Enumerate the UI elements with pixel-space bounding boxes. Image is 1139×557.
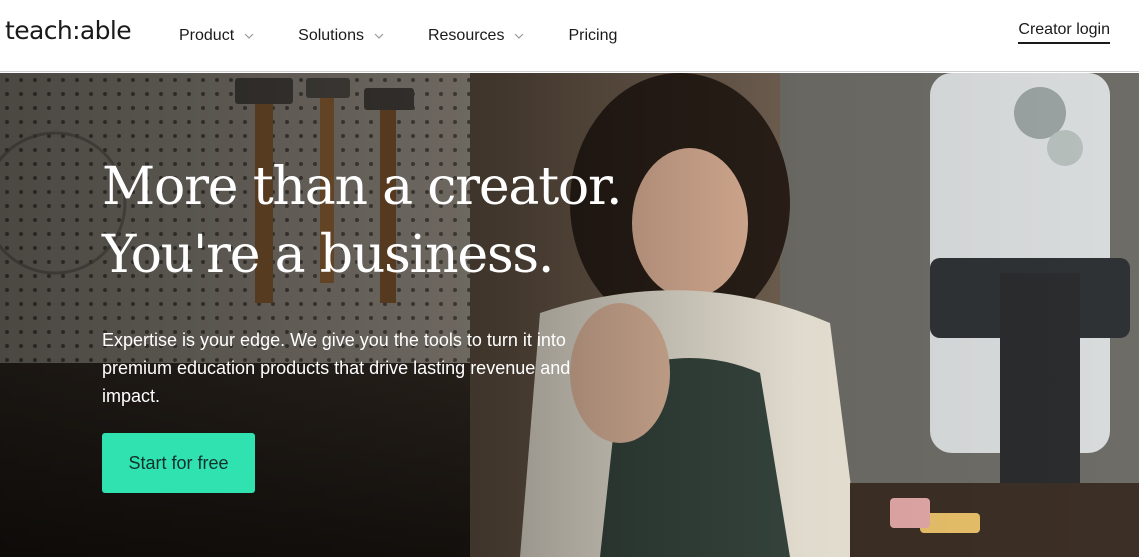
nav-item-resources[interactable]: Resources bbox=[428, 0, 524, 72]
teachable-logo[interactable]: teach:able bbox=[5, 16, 132, 45]
nav-item-solutions[interactable]: Solutions bbox=[298, 0, 384, 72]
hero-section: More than a creator. You're a business. … bbox=[0, 73, 1139, 557]
nav-item-product[interactable]: Product bbox=[179, 0, 254, 72]
nav-item-label: Pricing bbox=[568, 27, 618, 44]
chevron-down-icon bbox=[514, 31, 524, 41]
chevron-down-icon bbox=[244, 31, 254, 41]
creator-login-link[interactable]: Creator login bbox=[1018, 21, 1110, 44]
nav-item-label: Resources bbox=[427, 27, 505, 44]
hero-headline-line-2: You're a business. bbox=[102, 225, 554, 285]
nav-item-label: Solutions bbox=[298, 27, 364, 44]
site-header: teach:able Product Solutions Resources P… bbox=[0, 0, 1139, 72]
main-nav: Product Solutions Resources Pricing bbox=[179, 0, 661, 72]
chevron-down-icon bbox=[374, 31, 384, 41]
nav-item-pricing[interactable]: Pricing bbox=[568, 0, 617, 72]
hero-headline: More than a creator. You're a business. bbox=[102, 153, 622, 289]
hero-headline-line-1: More than a creator. bbox=[102, 157, 622, 217]
nav-item-label: Product bbox=[179, 27, 235, 44]
start-for-free-button[interactable]: Start for free bbox=[102, 433, 255, 493]
hero-subtext: Expertise is your edge. We give you the … bbox=[102, 330, 571, 406]
